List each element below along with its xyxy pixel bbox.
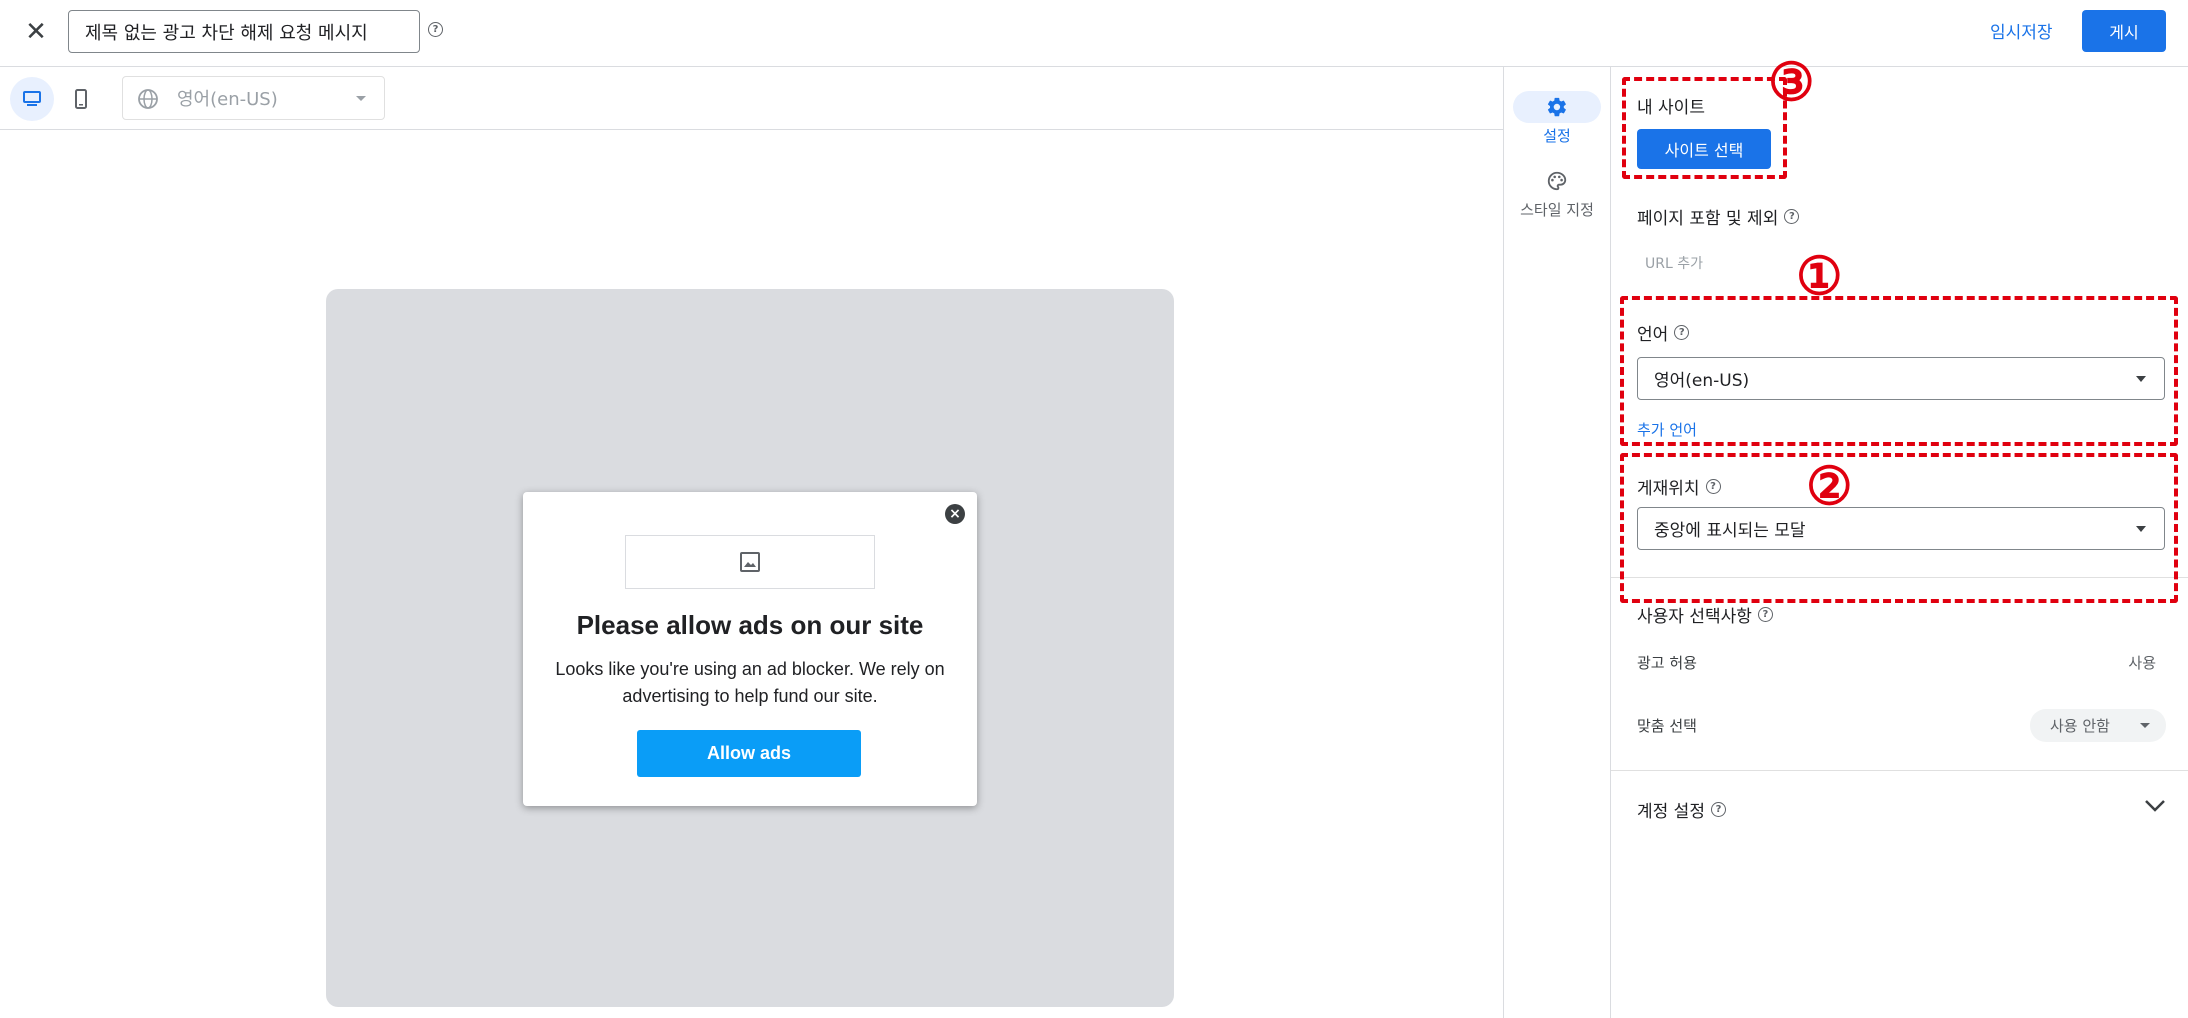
user-choices-label: 사용자 선택사항 ? bbox=[1637, 602, 1773, 627]
side-rail: 설정 스타일 지정 bbox=[1503, 67, 1611, 1018]
divider bbox=[1611, 577, 2188, 578]
save-draft-button[interactable]: 임시저장 bbox=[1990, 18, 2053, 43]
palette-icon bbox=[1547, 171, 1567, 191]
placement-select-value: 중앙에 표시되는 모달 bbox=[1654, 521, 1806, 541]
top-app-bar: ✕ 제목 없는 광고 차단 해제 요청 메시지 ? 임시저장 게시 bbox=[0, 0, 2188, 67]
desktop-view-button[interactable] bbox=[10, 77, 54, 121]
chevron-down-icon bbox=[2136, 376, 2146, 382]
logo-placeholder bbox=[625, 535, 875, 589]
mobile-view-button[interactable] bbox=[59, 77, 103, 121]
settings-panel: 내 사이트 사이트 선택 페이지 포함 및 제외 ? URL 추가 언어 ? 영… bbox=[1611, 67, 2188, 1018]
custom-choice-label: 맞춤 선택 bbox=[1637, 717, 1697, 735]
preview-canvas: × Please allow ads on our site Looks lik… bbox=[0, 130, 1503, 1018]
chevron-down-icon bbox=[356, 96, 366, 101]
help-icon[interactable]: ? bbox=[1674, 325, 1690, 340]
modal-close-icon[interactable]: × bbox=[945, 504, 965, 524]
help-icon[interactable]: ? bbox=[1705, 479, 1721, 494]
chevron-down-icon bbox=[2136, 526, 2146, 532]
publish-button[interactable]: 게시 bbox=[2082, 10, 2166, 52]
mobile-icon bbox=[75, 89, 87, 109]
allow-ads-value: 사용 bbox=[2128, 654, 2156, 672]
my-site-label: 내 사이트 bbox=[1637, 98, 1705, 118]
account-settings-label: 계정 설정 ? bbox=[1637, 797, 1726, 822]
rail-item-label: 설정 bbox=[1543, 127, 1571, 145]
custom-choice-value: 사용 안함 bbox=[2050, 717, 2110, 735]
close-button[interactable]: ✕ bbox=[18, 14, 54, 50]
allow-ads-label: 광고 허용 bbox=[1637, 654, 1697, 672]
help-icon[interactable]: ? bbox=[1710, 802, 1726, 817]
help-icon[interactable]: ? bbox=[1784, 209, 1800, 224]
language-select[interactable]: 영어(en-US) bbox=[1637, 357, 2165, 400]
preview-language-value: 영어(en-US) bbox=[177, 89, 278, 110]
allow-ads-button[interactable]: Allow ads bbox=[637, 730, 861, 777]
preview-toolbar: 영어(en-US) bbox=[0, 67, 1503, 130]
message-title-text: 제목 없는 광고 차단 해제 요청 메시지 bbox=[85, 22, 368, 44]
message-title-input[interactable]: 제목 없는 광고 차단 해제 요청 메시지 bbox=[68, 10, 420, 53]
add-url-link[interactable]: URL 추가 bbox=[1645, 253, 1703, 273]
language-label: 언어 ? bbox=[1637, 320, 1690, 345]
desktop-icon bbox=[23, 91, 41, 106]
page-include-label: 페이지 포함 및 제외 ? bbox=[1637, 204, 1800, 229]
ad-block-modal: × Please allow ads on our site Looks lik… bbox=[523, 492, 977, 806]
gear-icon bbox=[1547, 97, 1566, 117]
help-icon[interactable]: ? bbox=[1757, 607, 1773, 622]
rail-item-settings[interactable]: 설정 bbox=[1504, 91, 1610, 146]
language-select-value: 영어(en-US) bbox=[1654, 371, 1750, 391]
select-site-button[interactable]: 사이트 선택 bbox=[1637, 129, 1771, 169]
placement-label: 게재위치 ? bbox=[1637, 474, 1721, 499]
image-icon bbox=[740, 552, 760, 572]
rail-item-style[interactable]: 스타일 지정 bbox=[1504, 165, 1610, 220]
close-icon: ✕ bbox=[25, 17, 47, 47]
add-language-link[interactable]: 추가 언어 bbox=[1637, 419, 1697, 440]
placement-select[interactable]: 중앙에 표시되는 모달 bbox=[1637, 507, 2165, 550]
chevron-down-icon bbox=[2140, 723, 2150, 728]
help-icon[interactable]: ? bbox=[428, 22, 443, 37]
chevron-down-icon[interactable] bbox=[2144, 799, 2166, 813]
preview-language-select[interactable]: 영어(en-US) bbox=[122, 76, 385, 120]
modal-body-text: Looks like you're using an ad blocker. W… bbox=[555, 659, 945, 706]
divider bbox=[1611, 770, 2188, 771]
rail-item-label: 스타일 지정 bbox=[1520, 201, 1594, 219]
globe-icon bbox=[138, 89, 158, 109]
modal-heading: Please allow ads on our site bbox=[576, 610, 924, 640]
custom-choice-select[interactable]: 사용 안함 bbox=[2030, 709, 2166, 742]
